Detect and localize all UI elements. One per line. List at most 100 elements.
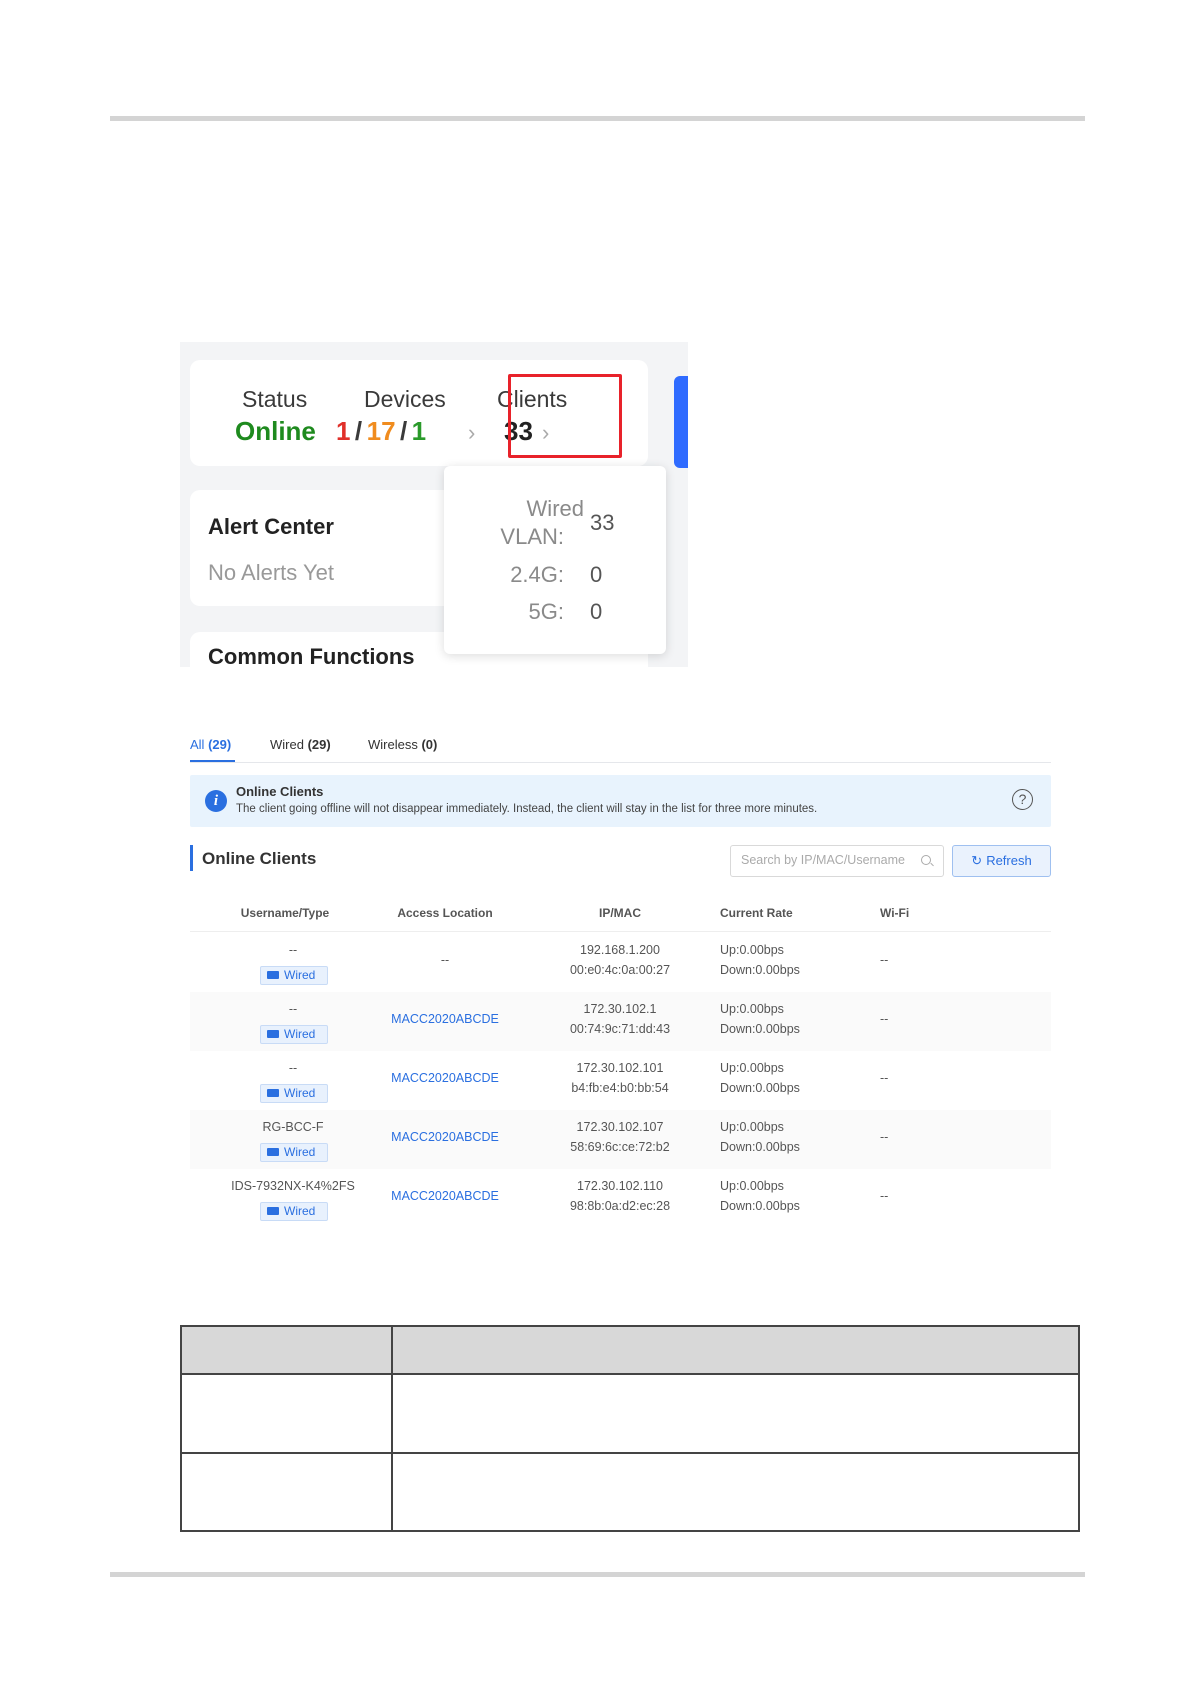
download-rate: Down:0.00bps <box>720 963 800 977</box>
section-accent-bar <box>190 845 193 871</box>
tab-wireless-label: Wireless <box>368 737 418 752</box>
wired-icon <box>267 1148 279 1156</box>
clients-list-screenshot: All (29) Wired (29) Wireless (0) i Onlin… <box>190 725 1065 1225</box>
connection-type-tag: Wired <box>260 1084 328 1103</box>
devices-label: Devices <box>364 386 446 412</box>
access-location-link[interactable]: MACC2020ABCDE <box>380 1189 510 1203</box>
description-table-header <box>182 1327 1078 1375</box>
access-location-link[interactable]: MACC2020ABCDE <box>380 1012 510 1026</box>
table-row[interactable]: -- Wired MACC2020ABCDE 172.30.102.1 00:7… <box>190 992 1051 1051</box>
download-rate: Down:0.00bps <box>720 1140 800 1154</box>
table-row-divider <box>182 1452 1078 1454</box>
download-rate: Down:0.00bps <box>720 1022 800 1036</box>
download-rate: Down:0.00bps <box>720 1199 800 1213</box>
connection-type-label: Wired <box>284 1086 316 1100</box>
upload-rate: Up:0.00bps <box>720 943 784 957</box>
client-tabs: All (29) Wired (29) Wireless (0) <box>190 725 1051 763</box>
table-row[interactable]: RG-BCC-F Wired MACC2020ABCDE 172.30.102.… <box>190 1110 1051 1169</box>
band-5g-count: 0 <box>590 599 603 624</box>
clients-breakdown-popup: Wired VLAN: 33 2.4G: 0 5G: 0 <box>444 466 666 654</box>
wifi-value: -- <box>880 1130 889 1144</box>
search-box <box>730 845 944 877</box>
access-location-link[interactable]: MACC2020ABCDE <box>380 1130 510 1144</box>
wifi-value: -- <box>880 1012 889 1026</box>
notice-text: The client going offline will not disapp… <box>236 803 818 815</box>
common-functions-title: Common Functions <box>208 644 415 667</box>
connection-type-label: Wired <box>284 1204 316 1218</box>
column-header: Username/Type <box>240 906 330 920</box>
description-table <box>180 1325 1080 1532</box>
upload-rate: Up:0.00bps <box>720 1179 784 1193</box>
client-ip: 172.30.102.107 <box>576 1120 664 1134</box>
column-header: IP/MAC <box>599 906 641 920</box>
table-column-divider <box>391 1327 393 1530</box>
wired-icon <box>267 1030 279 1038</box>
search-icon[interactable] <box>921 855 931 865</box>
table-row[interactable]: IDS-7932NX-K4%2FS Wired MACC2020ABCDE 17… <box>190 1169 1051 1228</box>
refresh-button[interactable]: ↻ Refresh <box>952 845 1051 877</box>
devices-separator: / <box>399 416 408 446</box>
client-ip: 192.168.1.200 <box>580 943 660 957</box>
dashboard-screenshot: Status Online Devices 1 / 17 / 1 › Clien… <box>180 342 688 667</box>
client-mac: b4:fb:e4:b0:bb:54 <box>571 1081 669 1095</box>
tab-wireless-count: (0) <box>421 737 438 752</box>
client-ip: 172.30.102.101 <box>576 1061 664 1075</box>
upload-rate: Up:0.00bps <box>720 1120 784 1134</box>
wifi-value: -- <box>880 1071 889 1085</box>
tab-wired[interactable]: Wired (29) <box>270 737 331 752</box>
client-username: RG-BCC-F <box>262 1120 324 1134</box>
client-username: -- <box>288 943 298 957</box>
connection-type-tag: Wired <box>260 1202 328 1221</box>
tab-wireless[interactable]: Wireless (0) <box>368 737 437 752</box>
column-header: Current Rate <box>720 906 793 920</box>
wifi-value: -- <box>880 1189 889 1203</box>
wired-label: Wired <box>526 496 584 521</box>
access-location-link[interactable]: MACC2020ABCDE <box>380 1071 510 1085</box>
connection-type-tag: Wired <box>260 1143 328 1162</box>
wired-vlan-count: 33 <box>590 510 615 535</box>
section-title: Online Clients <box>202 849 317 868</box>
refresh-icon: ↻ <box>971 853 983 868</box>
table-header: Username/Type Access Location IP/MAC Cur… <box>190 891 1051 932</box>
wired-icon <box>267 1089 279 1097</box>
column-header: Access Location <box>397 906 493 920</box>
tab-all-count: (29) <box>208 737 232 752</box>
download-rate: Down:0.00bps <box>720 1081 800 1095</box>
wired-icon <box>267 1207 279 1215</box>
wired-icon <box>267 971 279 979</box>
status-value: Online <box>235 416 316 446</box>
column-header: Wi-Fi <box>880 906 910 920</box>
devices-online-count: 1 <box>411 416 427 446</box>
tab-all[interactable]: All (29) <box>190 737 231 752</box>
client-username: -- <box>288 1061 298 1075</box>
help-icon[interactable]: ? <box>1012 789 1033 810</box>
access-location: -- <box>440 953 450 967</box>
chevron-right-icon[interactable]: › <box>468 420 475 446</box>
connection-type-tag: Wired <box>260 966 328 985</box>
clients-highlight-box <box>508 374 622 458</box>
connection-type-label: Wired <box>284 1145 316 1159</box>
alert-center-status: No Alerts Yet <box>208 560 334 585</box>
table-row[interactable]: -- Wired MACC2020ABCDE 172.30.102.101 b4… <box>190 1051 1051 1110</box>
band-24g-label: 2.4G: <box>510 562 564 587</box>
notice-title: Online Clients <box>236 784 324 799</box>
alert-center-title: Alert Center <box>208 514 334 539</box>
devices-separator: / <box>354 416 363 446</box>
connection-type-label: Wired <box>284 1027 316 1041</box>
client-mac: 58:69:6c:ce:72:b2 <box>570 1140 670 1154</box>
client-mac: 00:e0:4c:0a:00:27 <box>569 963 671 977</box>
client-username: -- <box>288 1002 298 1016</box>
band-24g-count: 0 <box>590 562 603 587</box>
table-row[interactable]: -- Wired -- 192.168.1.200 00:e0:4c:0a:00… <box>190 933 1051 992</box>
tab-wired-count: (29) <box>307 737 331 752</box>
tab-all-label: All <box>190 737 205 752</box>
page-header-rule <box>110 116 1085 121</box>
search-input[interactable] <box>741 851 911 869</box>
client-ip: 172.30.102.1 <box>583 1002 657 1016</box>
tab-wired-label: Wired <box>270 737 304 752</box>
devices-counts[interactable]: 1 / 17 / 1 <box>336 416 426 447</box>
client-ip: 172.30.102.110 <box>577 1179 663 1193</box>
page-footer-rule <box>110 1572 1085 1577</box>
vlan-label: VLAN: <box>500 524 564 549</box>
wifi-value: -- <box>880 953 889 967</box>
